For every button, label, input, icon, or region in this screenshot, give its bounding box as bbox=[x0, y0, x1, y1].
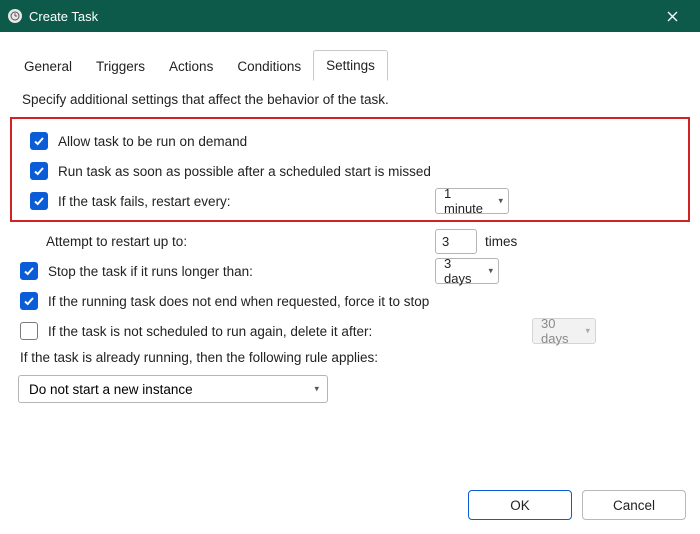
tab-settings[interactable]: Settings bbox=[313, 50, 388, 81]
checkbox-delete-if-not-scheduled[interactable] bbox=[20, 322, 38, 340]
tab-actions[interactable]: Actions bbox=[157, 52, 225, 81]
titlebar: Create Task bbox=[0, 0, 700, 32]
tab-triggers[interactable]: Triggers bbox=[84, 52, 157, 81]
chevron-down-icon: ▾ bbox=[498, 196, 503, 207]
ok-button[interactable]: OK bbox=[468, 490, 572, 520]
app-icon bbox=[8, 9, 22, 23]
label-times: times bbox=[485, 234, 517, 249]
highlighted-settings-group: Allow task to be run on demand Run task … bbox=[10, 117, 690, 222]
checkbox-restart-on-fail[interactable] bbox=[30, 192, 48, 210]
label-running-rule: If the task is already running, then the… bbox=[20, 350, 378, 365]
label-attempt-restart: Attempt to restart up to: bbox=[46, 234, 187, 249]
label-allow-on-demand: Allow task to be run on demand bbox=[58, 134, 247, 149]
select-running-rule-value: Do not start a new instance bbox=[29, 382, 193, 397]
checkbox-force-stop[interactable] bbox=[20, 292, 38, 310]
select-restart-interval[interactable]: 1 minute ▾ bbox=[435, 188, 509, 214]
chevron-down-icon: ▾ bbox=[314, 384, 319, 395]
select-stop-duration[interactable]: 3 days ▾ bbox=[435, 258, 499, 284]
checkbox-allow-on-demand[interactable] bbox=[30, 132, 48, 150]
select-delete-after-value: 30 days bbox=[541, 316, 573, 346]
input-attempt-count[interactable]: 3 bbox=[435, 229, 477, 254]
label-run-asap: Run task as soon as possible after a sch… bbox=[58, 164, 431, 179]
tab-conditions[interactable]: Conditions bbox=[225, 52, 313, 81]
select-stop-duration-value: 3 days bbox=[444, 256, 476, 286]
tab-bar: General Triggers Actions Conditions Sett… bbox=[12, 50, 700, 82]
input-attempt-count-value: 3 bbox=[442, 234, 449, 249]
label-stop-if-longer: Stop the task if it runs longer than: bbox=[48, 264, 253, 279]
checkbox-stop-if-longer[interactable] bbox=[20, 262, 38, 280]
settings-description: Specify additional settings that affect … bbox=[22, 92, 700, 107]
tab-general[interactable]: General bbox=[12, 52, 84, 81]
chevron-down-icon: ▾ bbox=[585, 326, 590, 337]
label-force-stop: If the running task does not end when re… bbox=[48, 294, 429, 309]
label-delete-if-not-scheduled: If the task is not scheduled to run agai… bbox=[48, 324, 372, 339]
ok-button-label: OK bbox=[510, 498, 530, 513]
checkbox-run-asap[interactable] bbox=[30, 162, 48, 180]
chevron-down-icon: ▾ bbox=[488, 266, 493, 277]
window-title: Create Task bbox=[29, 9, 98, 24]
cancel-button[interactable]: Cancel bbox=[582, 490, 686, 520]
dialog-footer: OK Cancel bbox=[468, 490, 686, 520]
select-running-rule[interactable]: Do not start a new instance ▾ bbox=[18, 375, 328, 403]
select-delete-after: 30 days ▾ bbox=[532, 318, 596, 344]
select-restart-interval-value: 1 minute bbox=[444, 186, 486, 216]
cancel-button-label: Cancel bbox=[613, 498, 655, 513]
close-button[interactable] bbox=[652, 0, 692, 32]
label-restart-on-fail: If the task fails, restart every: bbox=[58, 194, 231, 209]
